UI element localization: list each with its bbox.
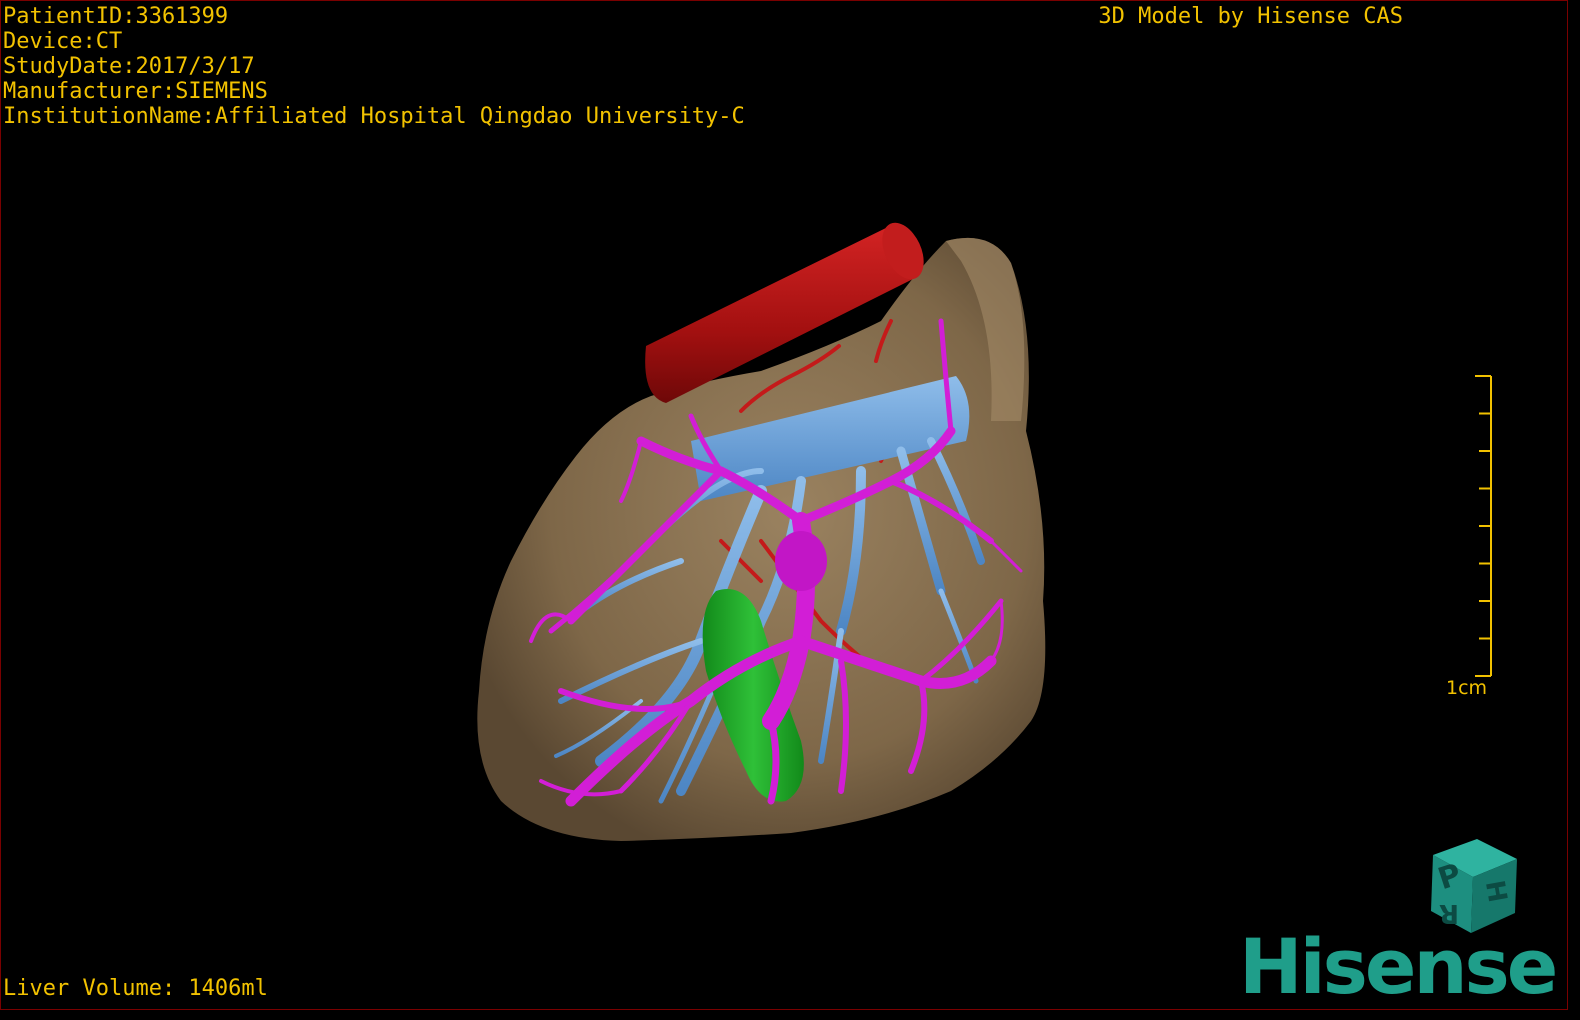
liver-volume: Liver Volume: 1406ml (3, 976, 268, 1001)
institution-name: InstitutionName:Affiliated Hospital Qing… (3, 104, 745, 129)
scale-bar (1475, 375, 1492, 677)
study-date: StudyDate:2017/3/17 (3, 54, 255, 79)
liver-3d-model[interactable] (1, 1, 1568, 1010)
patient-id: PatientID:3361399 (3, 4, 229, 29)
model-credit: 3D Model by Hisense CAS (1098, 4, 1403, 29)
study-info-panel: PatientID:3361399 Device:CT StudyDate:2017… (3, 4, 745, 129)
manufacturer: Manufacturer:SIEMENS (3, 79, 268, 104)
3d-viewport[interactable]: PatientID:3361399 Device:CT StudyDate:2017… (0, 0, 1568, 1010)
hisense-logo: Hisense (1239, 922, 1558, 1010)
device: Device:CT (3, 29, 123, 54)
scale-bar-label: 1cm (1446, 677, 1488, 699)
